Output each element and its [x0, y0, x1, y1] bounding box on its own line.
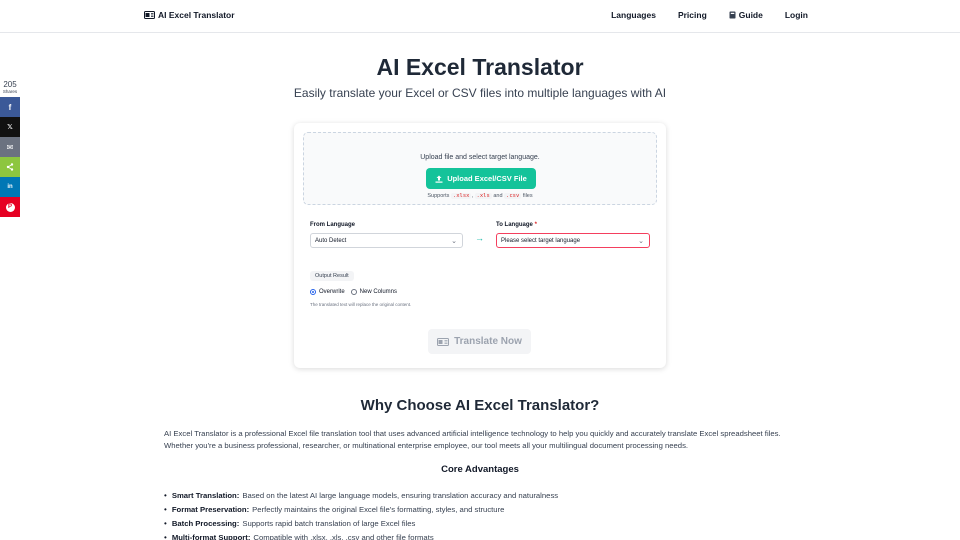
advantage-text: Perfectly maintains the original Excel f…	[252, 504, 505, 514]
nav-languages[interactable]: Languages	[611, 10, 656, 20]
translate-icon	[437, 337, 450, 346]
list-item: Multi-format Support:Compatible with .xl…	[164, 530, 558, 540]
page-subtitle: Easily translate your Excel or CSV files…	[293, 86, 667, 100]
to-language-label-text: To Language	[496, 222, 533, 228]
nav-guide[interactable]: Guide	[729, 10, 763, 20]
upload-instruction: Upload file and select target language.	[420, 154, 540, 161]
output-result-label: Output Result	[310, 271, 354, 281]
translate-logo-icon	[144, 11, 155, 19]
translate-now-label: Translate Now	[454, 336, 522, 347]
radio-overwrite-dot[interactable]	[310, 289, 316, 295]
from-language-label: From Language	[310, 222, 356, 228]
advantages-list: Smart Translation:Based on the latest AI…	[164, 488, 558, 540]
top-navbar: AI Excel Translator Languages Pricing Gu…	[0, 0, 960, 33]
advantage-text: Based on the latest AI large language mo…	[242, 490, 559, 500]
to-language-placeholder: Please select target language	[501, 237, 581, 244]
why-title: Why Choose AI Excel Translator?	[360, 397, 600, 414]
format-csv: .csv	[504, 193, 522, 199]
supports-prefix: Supports	[427, 193, 450, 199]
nav-guide-label: Guide	[738, 10, 763, 20]
supports-suffix: files	[522, 193, 533, 199]
from-language-value: Auto Detect	[315, 237, 347, 244]
intro-paragraph: AI Excel Translator is a professional Ex…	[164, 429, 781, 450]
x-share-button[interactable]: 𝕏	[0, 117, 20, 137]
radio-overwrite-label: Overwrite	[319, 289, 345, 295]
nav-login[interactable]: Login	[785, 10, 808, 20]
radio-new-columns-dot[interactable]	[350, 289, 357, 295]
x-icon: 𝕏	[7, 124, 13, 131]
upload-dropzone[interactable]: Upload file and select target language. …	[303, 132, 657, 205]
facebook-share-button[interactable]: f	[0, 97, 20, 117]
advantage-title: Batch Processing:	[171, 518, 240, 528]
chevron-down-icon: ⌄	[638, 238, 644, 245]
to-language-select[interactable]: Please select target language ⌄	[496, 233, 650, 248]
book-icon	[729, 11, 736, 19]
radio-new-columns[interactable]: New Columns	[350, 289, 398, 295]
radio-new-columns-label: New Columns	[359, 289, 398, 295]
brand-link[interactable]: AI Excel Translator	[144, 10, 235, 20]
format-xlsx: .xlsx	[450, 193, 472, 199]
share-icon	[6, 163, 14, 171]
supports-and: and	[493, 193, 503, 199]
advantage-title: Format Preservation:	[171, 504, 250, 514]
output-options: Output Result Overwrite New Columns The …	[303, 264, 657, 316]
advantage-title: Smart Translation:	[171, 490, 240, 500]
nav-pricing[interactable]: Pricing	[678, 10, 707, 20]
brand-name: AI Excel Translator	[158, 10, 235, 20]
page-title: AI Excel Translator	[376, 54, 584, 80]
email-icon: ✉	[6, 142, 14, 152]
facebook-icon: f	[8, 102, 12, 112]
format-xls: .xls	[474, 193, 492, 199]
list-item: Smart Translation:Based on the latest AI…	[164, 488, 558, 502]
upload-button-label: Upload Excel/CSV File	[447, 174, 527, 183]
output-radio-group: Overwrite New Columns	[310, 289, 397, 295]
advantage-title: Multi-format Support:	[171, 532, 251, 540]
to-language-label: To Language *	[496, 222, 537, 228]
generic-share-button[interactable]	[0, 157, 20, 177]
advantage-text: Supports rapid batch translation of larg…	[242, 518, 416, 528]
linkedin-share-button[interactable]: in	[0, 177, 20, 197]
arrow-right-icon: →	[475, 233, 484, 243]
list-item: Batch Processing:Supports rapid batch tr…	[164, 516, 558, 530]
share-sidebar: 205 Shares f 𝕏 ✉ in P	[0, 81, 20, 217]
main-nav: Languages Pricing Guide Login	[611, 10, 808, 20]
email-share-button[interactable]: ✉	[0, 137, 20, 157]
radio-overwrite[interactable]: Overwrite	[310, 289, 345, 295]
pinterest-share-button[interactable]: P	[0, 197, 20, 217]
upload-file-button[interactable]: Upload Excel/CSV File	[426, 168, 536, 189]
pinterest-icon: P	[5, 202, 15, 212]
upload-icon	[435, 175, 443, 183]
output-hint: The translated text will replace the ori…	[310, 302, 412, 307]
from-language-select[interactable]: Auto Detect ⌄	[310, 233, 463, 248]
advantage-text: Compatible with .xlsx, .xls, .csv and ot…	[253, 532, 434, 540]
linkedin-icon: in	[7, 184, 13, 190]
translate-now-button[interactable]: Translate Now	[428, 329, 531, 354]
chevron-down-icon: ⌄	[451, 238, 457, 245]
language-selection: From Language Auto Detect ⌄ → To Languag…	[303, 217, 657, 251]
supported-formats: Supports .xlsx, .xls and .csv files	[427, 193, 533, 199]
translator-card: Upload file and select target language. …	[294, 123, 666, 368]
required-marker: *	[534, 222, 537, 228]
list-item: Format Preservation:Perfectly maintains …	[164, 502, 558, 516]
core-advantages-title: Core Advantages	[441, 464, 519, 475]
